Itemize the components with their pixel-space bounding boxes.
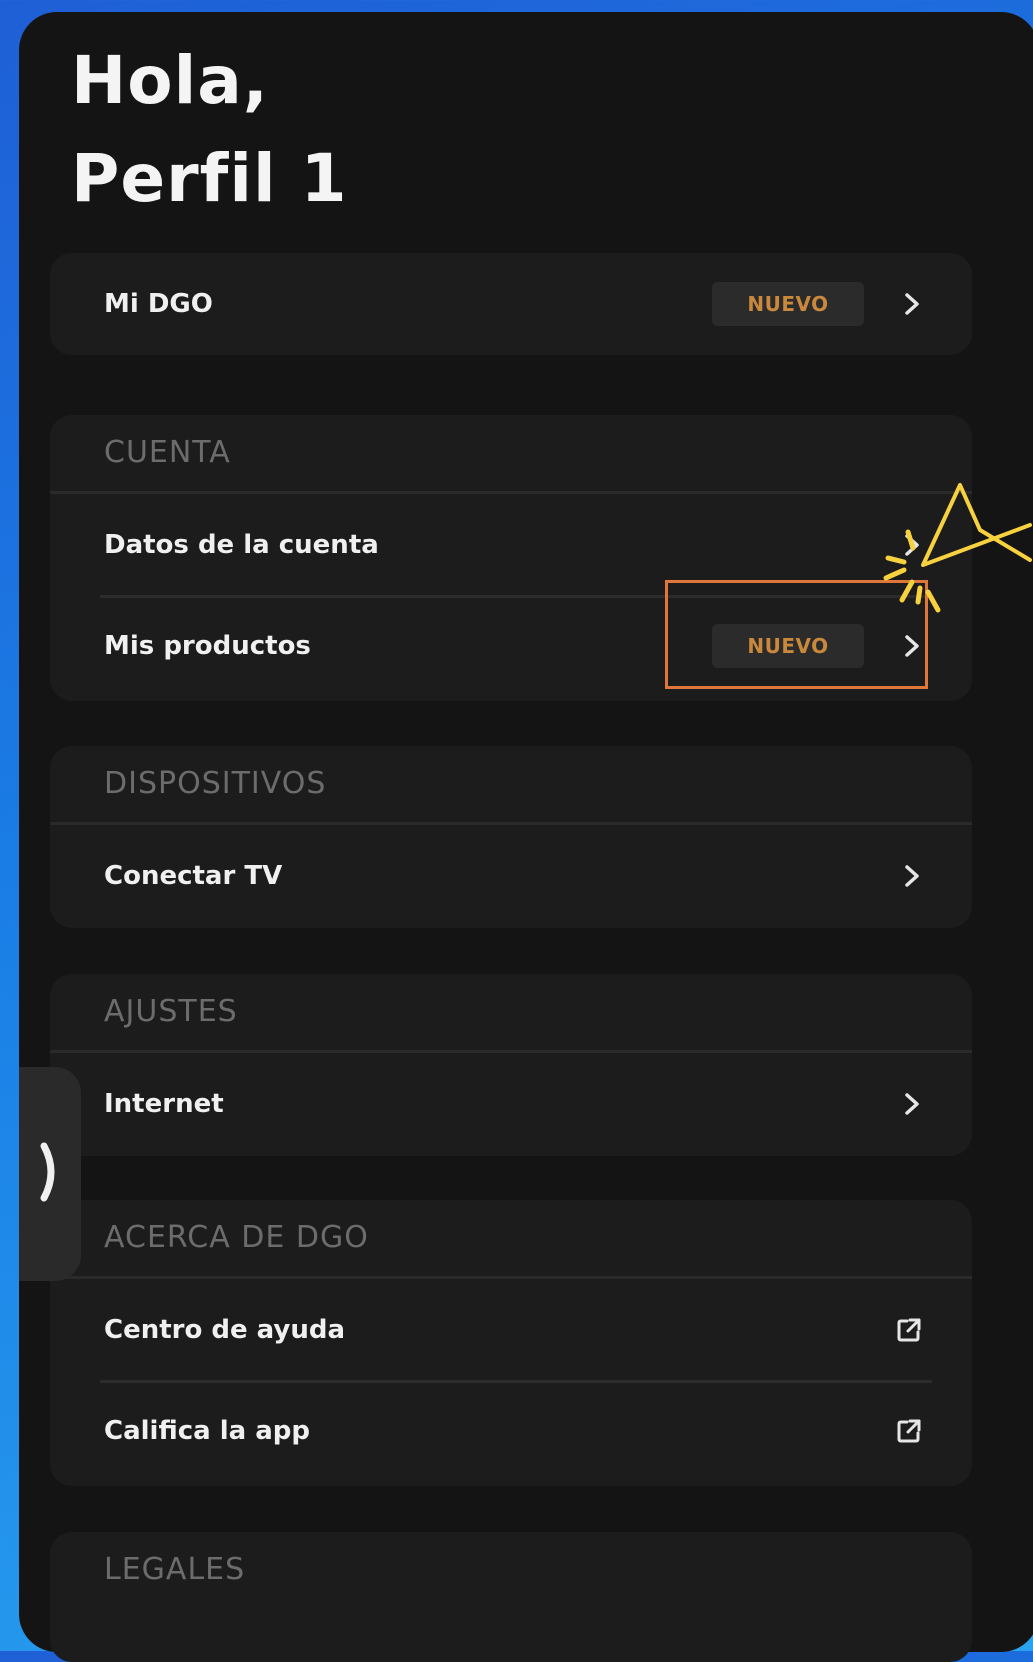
- side-drawer-tab[interactable]: [19, 1067, 81, 1281]
- datos-cuenta-label: Datos de la cuenta: [104, 529, 379, 560]
- external-link-icon: [896, 1317, 922, 1343]
- mi-dgo-card: Mi DGO NUEVO: [50, 253, 972, 355]
- ajustes-section-header: AJUSTES: [50, 974, 972, 1053]
- sparkle-pointer-icon: [883, 483, 1032, 613]
- centro-ayuda-row[interactable]: Centro de ayuda: [50, 1279, 972, 1380]
- greeting-line-1: Hola,: [71, 42, 269, 119]
- external-link-icon: [896, 1418, 922, 1444]
- acerca-card: ACERCA DE DGO Centro de ayuda Califica l…: [50, 1200, 972, 1486]
- mis-productos-label: Mis productos: [104, 630, 311, 661]
- califica-app-label: Califica la app: [104, 1415, 311, 1446]
- greeting-line-2: Perfil 1: [71, 140, 348, 217]
- conectar-tv-row[interactable]: Conectar TV: [50, 825, 972, 926]
- acerca-section-header: ACERCA DE DGO: [50, 1200, 972, 1279]
- cuenta-section-header: CUENTA: [50, 415, 972, 494]
- internet-label: Internet: [104, 1088, 224, 1119]
- greeting-title: Hola, Perfil 1: [71, 32, 348, 228]
- legales-card: LEGALES: [50, 1532, 972, 1662]
- califica-app-row[interactable]: Califica la app: [50, 1380, 972, 1481]
- chevron-right-icon: [38, 1142, 62, 1206]
- mi-dgo-label: Mi DGO: [104, 289, 213, 319]
- chevron-right-icon: [902, 864, 922, 888]
- mi-dgo-row[interactable]: Mi DGO NUEVO: [50, 253, 972, 355]
- new-badge: NUEVO: [712, 282, 864, 326]
- chevron-right-icon: [902, 292, 922, 316]
- ajustes-card: AJUSTES Internet: [50, 974, 972, 1156]
- chevron-right-icon: [902, 1092, 922, 1116]
- dispositivos-card: DISPOSITIVOS Conectar TV: [50, 746, 972, 928]
- legales-section-header: LEGALES: [104, 1552, 246, 1587]
- dispositivos-section-header: DISPOSITIVOS: [50, 746, 972, 825]
- centro-ayuda-label: Centro de ayuda: [104, 1314, 346, 1345]
- conectar-tv-label: Conectar TV: [104, 860, 283, 891]
- internet-row[interactable]: Internet: [50, 1053, 972, 1154]
